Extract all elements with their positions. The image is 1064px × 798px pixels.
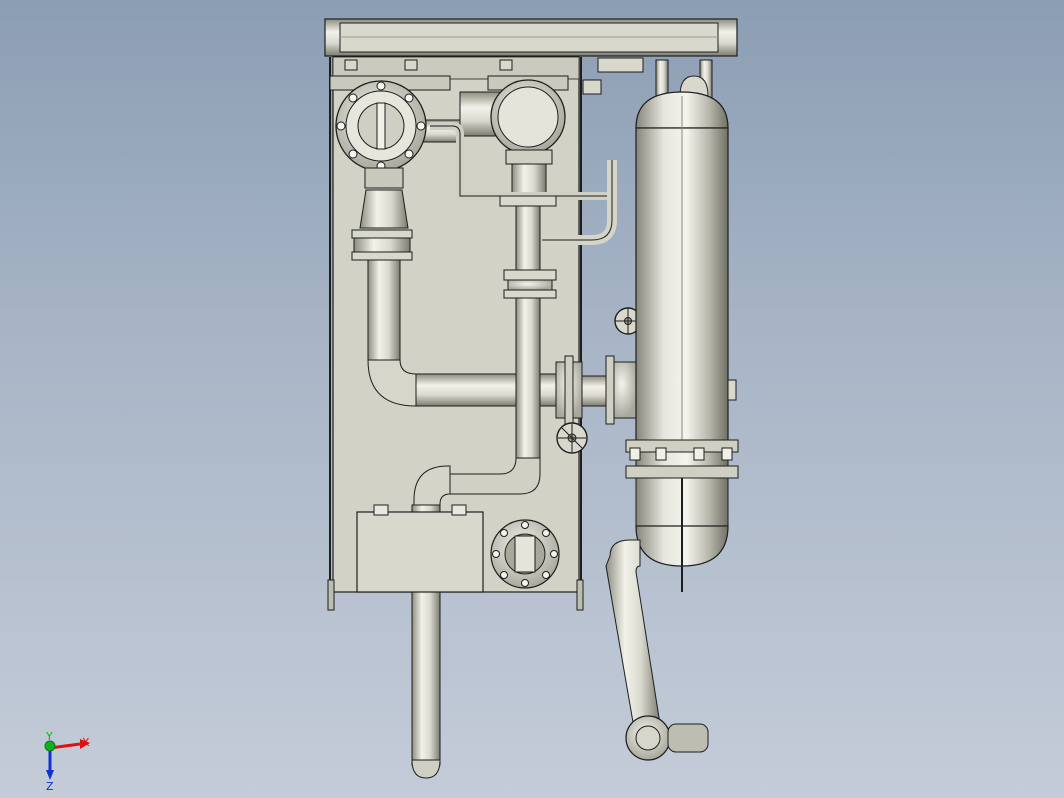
triad-z-label: Z [46,780,54,793]
cad-3d-viewport[interactable]: X Y Z [0,0,1064,798]
round-access-port[interactable] [490,519,560,589]
hand-wheel-middle[interactable] [556,422,588,454]
triad-y-label: Y [45,730,53,743]
triad-x-label: X [82,736,90,749]
outlet-pipe-diagonal[interactable] [605,539,709,761]
top-header-beam[interactable] [324,18,738,57]
main-pipe-flange[interactable] [555,355,637,425]
assembly-model[interactable]: X Y Z [0,0,1064,798]
coordinate-triad: X Y Z [44,730,90,793]
separator-vessel[interactable] [625,59,739,592]
junction-box[interactable] [356,504,484,593]
